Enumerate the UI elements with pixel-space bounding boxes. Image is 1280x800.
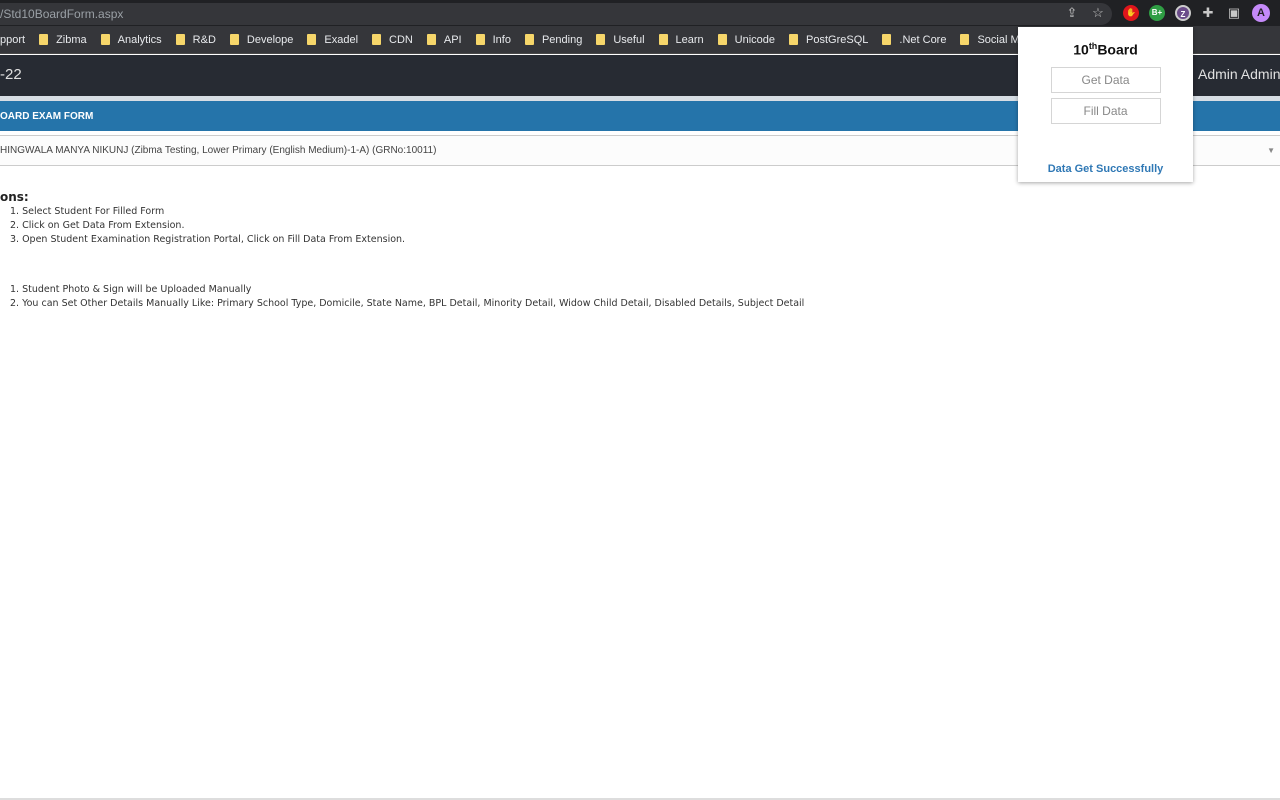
bookmark-label: Analytics: [117, 33, 162, 46]
sidepanel-icon[interactable]: ▣: [1226, 5, 1242, 21]
app-title: -22: [0, 66, 22, 83]
bookmark-label: R&D: [192, 33, 216, 46]
bookmark-label: Zibma: [56, 33, 87, 46]
folder-icon: [596, 34, 606, 45]
bookmark-label: PostGreSQL: [806, 33, 869, 46]
instruction-item: 3. Open Student Examination Registration…: [10, 234, 406, 245]
bookmark-label: Useful: [613, 33, 645, 46]
extension-popup: 10thBoard Get Data Fill Data Data Get Su…: [1018, 27, 1193, 182]
instructions-heading: ons:: [0, 190, 29, 204]
bookmark-label: Pending: [541, 33, 583, 46]
folder-icon: [307, 34, 317, 45]
instructions: ons: 1. Select Student For Filled Form 2…: [0, 190, 804, 312]
folder-icon: [426, 34, 436, 45]
folder-icon: [882, 34, 892, 45]
bookmark-item[interactable]: Pending: [524, 33, 583, 46]
bookmark-item[interactable]: Analytics: [100, 33, 162, 46]
bookmark-label: Exadel: [324, 33, 359, 46]
bookmark-item[interactable]: .Net Core: [882, 34, 946, 46]
chevron-down-icon: ▼: [1267, 146, 1275, 155]
bookmark-label: CDN: [389, 33, 413, 46]
puzzle-icon[interactable]: ✚: [1200, 5, 1216, 21]
folder-icon: [524, 34, 534, 45]
note-item: 1. Student Photo & Sign will be Uploaded…: [10, 284, 252, 295]
bookmark-item[interactable]: CDN: [372, 34, 413, 46]
folder-icon: [175, 34, 185, 45]
address-bar[interactable]: /Std10BoardForm.aspx: [0, 3, 1112, 25]
bookmark-item[interactable]: pport: [0, 34, 25, 46]
browser-toolbar: /Std10BoardForm.aspx ⇪ ☆ ✋ B+ Z ✚ ▣ A: [0, 0, 1280, 26]
folder-icon: [39, 34, 49, 45]
avatar[interactable]: A: [1252, 4, 1270, 22]
bookmark-item[interactable]: PostGreSQL: [789, 34, 868, 46]
note-item: 2. You can Set Other Details Manually Li…: [10, 298, 805, 309]
instruction-item: 1. Select Student For Filled Form: [10, 206, 165, 217]
bookmark-label: Develope: [246, 33, 294, 46]
folder-icon: [475, 34, 485, 45]
zibma-extension-icon[interactable]: Z: [1175, 5, 1191, 21]
bookmark-label: Learn: [675, 33, 704, 46]
folder-icon: [229, 34, 239, 45]
bookmark-label: Unicode: [734, 33, 776, 46]
star-icon[interactable]: ☆: [1090, 5, 1106, 21]
status-message: Data Get Successfully: [1047, 163, 1164, 175]
bookmark-label: .Net Core: [899, 33, 947, 46]
folder-icon: [717, 34, 727, 45]
selected-student: HINGWALA MANYA NIKUNJ (Zibma Testing, Lo…: [0, 145, 437, 156]
bookmark-label: Info: [492, 33, 511, 46]
bookmark-item[interactable]: Useful: [596, 33, 645, 46]
folder-icon: [658, 34, 668, 45]
folder-icon: [100, 34, 110, 45]
url-text: /Std10BoardForm.aspx: [0, 7, 124, 21]
instruction-item: 2. Click on Get Data From Extension.: [10, 220, 185, 231]
folder-icon: [372, 34, 382, 45]
fill-data-button[interactable]: Fill Data: [1050, 97, 1161, 124]
adblock-extension-icon[interactable]: ✋: [1123, 5, 1139, 21]
bookmark-item[interactable]: Develope: [229, 33, 294, 46]
bookmark-item[interactable]: Exadel: [307, 34, 358, 46]
bookmark-item[interactable]: Zibma: [39, 34, 87, 46]
bookmark-item[interactable]: API: [426, 33, 462, 46]
bookmark-item[interactable]: Unicode: [717, 33, 776, 46]
bookmark-item[interactable]: Learn: [658, 33, 704, 46]
bookmark-label: pport: [0, 33, 26, 46]
bookmark-item[interactable]: Info: [475, 33, 511, 46]
bookmark-label: API: [443, 33, 462, 46]
grammar-extension-icon[interactable]: B+: [1149, 5, 1165, 21]
bookmark-item[interactable]: R&D: [175, 33, 216, 46]
folder-icon: [960, 34, 970, 45]
popup-title: 10thBoard: [1073, 41, 1138, 58]
get-data-button[interactable]: Get Data: [1050, 66, 1161, 93]
user-menu[interactable]: Admin Admin: [1198, 66, 1280, 82]
folder-icon: [789, 34, 799, 45]
share-icon[interactable]: ⇪: [1064, 5, 1080, 21]
